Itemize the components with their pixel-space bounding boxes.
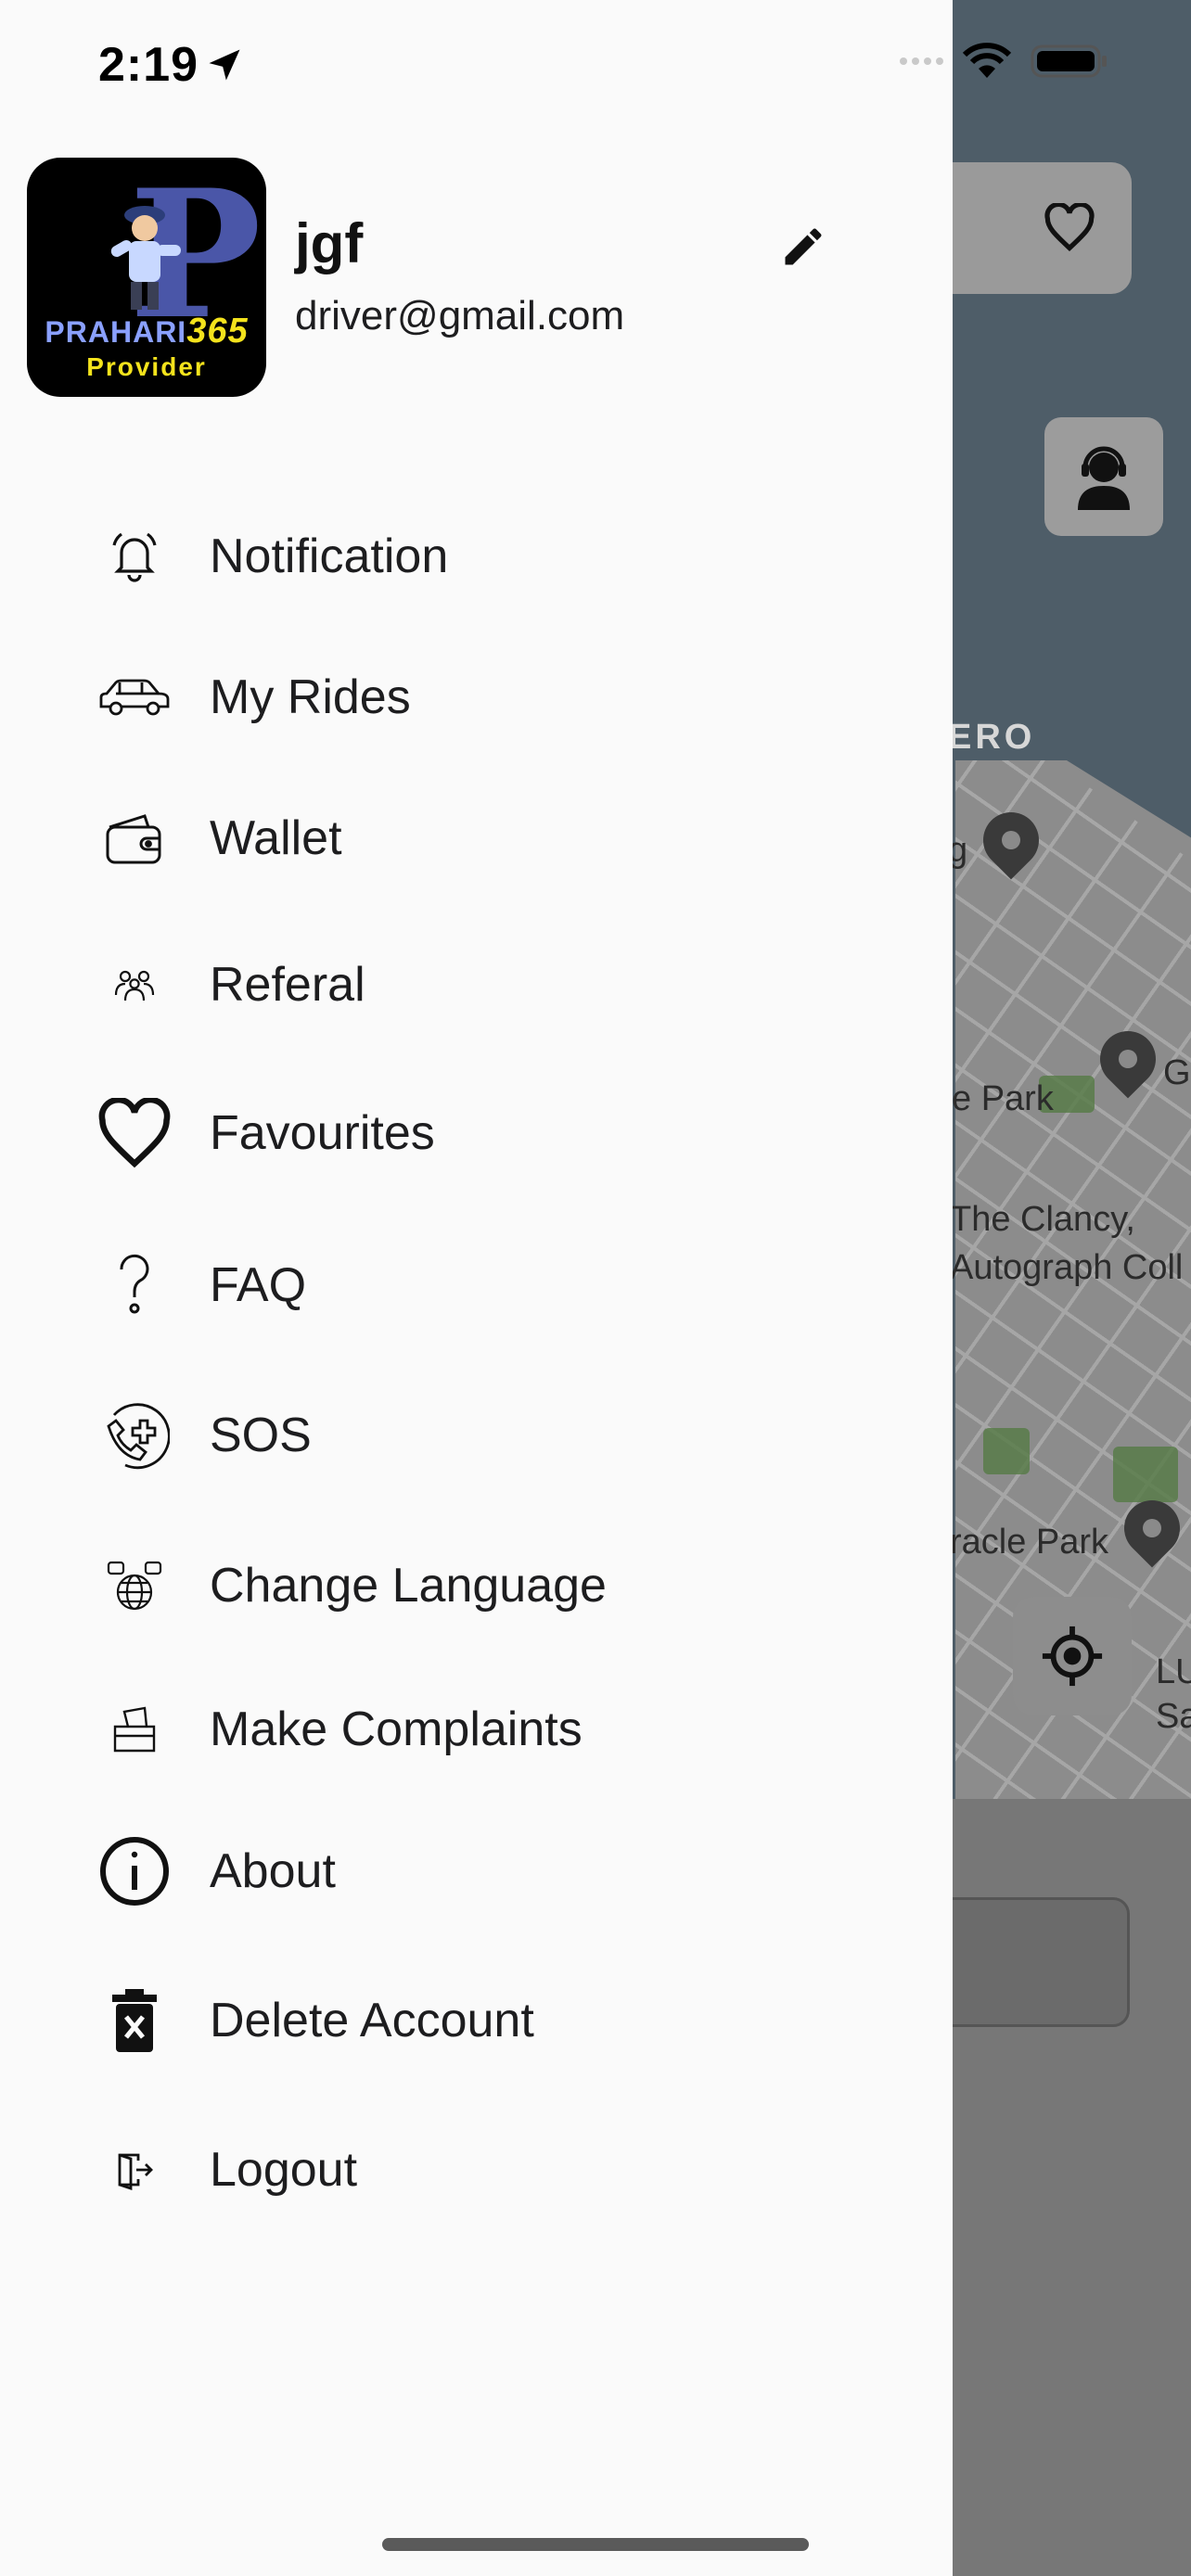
logo-subtitle: Provider <box>86 352 207 381</box>
menu-item-label: Wallet <box>210 811 342 865</box>
trash-icon <box>83 1970 186 2072</box>
menu-item-my-rides[interactable]: My Rides <box>83 646 918 748</box>
menu-item-label: Change Language <box>210 1559 607 1613</box>
my-location-button[interactable] <box>1013 1597 1132 1715</box>
menu-item-change-language[interactable]: Change Language <box>83 1535 918 1637</box>
menu-item-wallet[interactable]: Wallet <box>83 787 918 889</box>
avatar[interactable]: P PRAHARI365 Provider <box>27 158 266 397</box>
menu-item-label: SOS <box>210 1409 312 1462</box>
map-park-area <box>1113 1447 1178 1502</box>
menu-item-label: Make Complaints <box>210 1702 583 1756</box>
menu-item-sos[interactable]: SOS <box>83 1384 918 1486</box>
map-label: Autograph Coll <box>950 1248 1184 1287</box>
menu-item-about[interactable]: About <box>83 1820 918 1922</box>
status-indicators <box>900 43 1108 80</box>
menu-item-label: My Rides <box>210 670 411 724</box>
heart-icon <box>1044 203 1095 251</box>
battery-icon <box>1031 45 1107 78</box>
profile-email: driver@gmail.com <box>295 293 625 338</box>
wallet-icon <box>83 787 186 889</box>
menu-item-logout[interactable]: Logout <box>83 2119 918 2221</box>
pencil-icon <box>785 228 822 265</box>
heart-icon <box>83 1082 186 1184</box>
policeman-logo-icon <box>110 206 181 310</box>
menu-item-referal[interactable]: Referal <box>83 934 918 1036</box>
logo-brand: PRAHARI365 <box>45 312 249 351</box>
wifi-icon <box>962 43 1012 78</box>
menu-item-delete-account[interactable]: Delete Account <box>83 1970 918 2072</box>
globe-language-icon <box>83 1535 186 1637</box>
bell-icon <box>83 505 186 607</box>
map-label: racle Park <box>950 1523 1109 1562</box>
question-icon <box>83 1234 186 1336</box>
menu-item-label: Delete Account <box>210 1994 534 2047</box>
phone-medical-icon <box>83 1384 186 1486</box>
menu-item-label: Favourites <box>210 1106 435 1160</box>
map-label: G <box>1163 1053 1191 1092</box>
navigation-drawer: P PRAHARI365 Provider jgf driver@gmail.c… <box>0 0 953 2576</box>
location-arrow-icon <box>209 49 240 81</box>
signal-dots-icon <box>900 57 943 65</box>
status-time: 2:19 <box>98 38 199 92</box>
complaint-box-icon <box>83 1678 186 1780</box>
menu-item-label: Referal <box>210 958 365 1012</box>
support-agent-icon <box>1078 446 1130 510</box>
menu-item-faq[interactable]: FAQ <box>83 1234 918 1336</box>
logout-icon <box>83 2119 186 2221</box>
menu-item-label: About <box>210 1844 336 1898</box>
customer-support-button[interactable] <box>1044 417 1163 536</box>
menu-item-label: Logout <box>210 2143 358 2197</box>
menu-item-label: FAQ <box>210 1258 307 1312</box>
car-icon <box>83 646 186 748</box>
profile-name: jgf <box>295 212 364 274</box>
map-label: LU <box>1156 1652 1191 1691</box>
map-label: e Park <box>952 1079 1054 1118</box>
map-park-area <box>983 1428 1030 1474</box>
menu-item-favourites[interactable]: Favourites <box>83 1082 918 1184</box>
map-label: ERO <box>948 718 1036 757</box>
menu-item-make-complaints[interactable]: Make Complaints <box>83 1678 918 1780</box>
map-label: Sa <box>1156 1697 1191 1736</box>
edit-profile-button[interactable] <box>775 219 831 274</box>
home-indicator[interactable] <box>382 2538 809 2551</box>
status-bar: 2:19 <box>0 0 1191 130</box>
info-icon <box>83 1820 186 1922</box>
map-label: The Clancy, <box>950 1200 1135 1239</box>
people-icon <box>83 934 186 1036</box>
crosshair-icon <box>1042 1626 1103 1687</box>
menu-item-label: Notification <box>210 529 449 583</box>
menu-item-notification[interactable]: Notification <box>83 505 918 607</box>
